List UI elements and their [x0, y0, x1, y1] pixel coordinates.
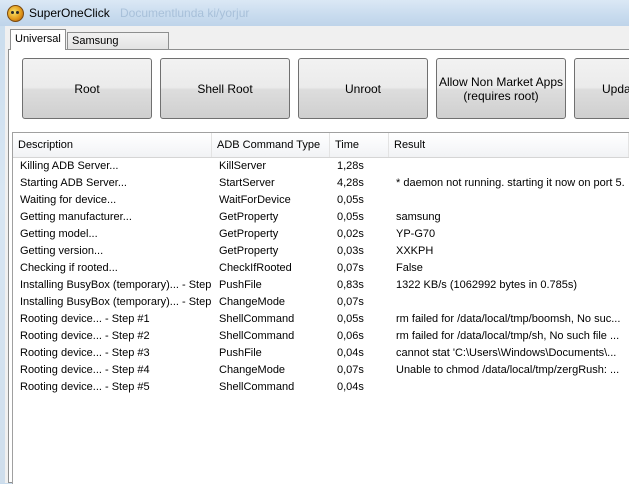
list-row[interactable]: Installing BusyBox (temporary)... - Step… [13, 277, 629, 294]
row-command-type: CheckIfRooted [219, 262, 292, 274]
row-command-type: ChangeMode [219, 296, 286, 308]
row-result: rm failed for /data/local/tmp/boomsh, No… [396, 313, 621, 325]
row-time: 0,07s [337, 364, 364, 376]
shell-root-button[interactable]: Shell Root [160, 58, 290, 119]
list-row[interactable]: Checking if rooted... CheckIfRooted 0,07s F… [13, 260, 629, 277]
row-command-type: ShellCommand [219, 330, 295, 342]
row-time: 0,07s [337, 296, 364, 308]
list-row[interactable]: Starting ADB Server... StartServer 4,28s * … [13, 175, 629, 192]
row-time: 4,28s [337, 177, 364, 189]
row-description: Rooting device... - Step #3 [20, 347, 150, 359]
row-time: 0,07s [337, 262, 364, 274]
list-row[interactable]: Getting model... GetProperty 0,02s YP-G70 [13, 226, 629, 243]
unroot-button[interactable]: Unroot [298, 58, 428, 119]
row-result [396, 158, 624, 175]
list-row[interactable]: Waiting for device... WaitForDevice 0,05s [13, 192, 629, 209]
tab-strip: Universal Samsung Captivate [5, 26, 629, 63]
list-row[interactable]: Installing BusyBox (temporary)... - Step… [13, 294, 629, 311]
app-icon [7, 5, 24, 22]
row-command-type: GetProperty [219, 211, 279, 223]
list-row[interactable]: Rooting device... - Step #2 ShellCommand 0… [13, 328, 629, 345]
row-description: Rooting device... - Step #4 [20, 364, 150, 376]
tab-universal[interactable]: Universal [10, 29, 66, 50]
row-result: * daemon not running. starting it now on… [396, 177, 624, 189]
list-row[interactable]: Rooting device... - Step #3 PushFile 0,04s… [13, 345, 629, 362]
row-description: Checking if rooted... [20, 262, 118, 274]
row-command-type: WaitForDevice [219, 194, 291, 206]
row-description: Starting ADB Server... [20, 177, 127, 189]
allow-non-market-apps-button[interactable]: Allow Non Market Apps (requires root) [436, 58, 566, 119]
row-result: cannot stat 'C:\Users\Windows\Documents\… [396, 347, 617, 359]
row-description: Waiting for device... [20, 194, 117, 206]
tab-samsung-captivate[interactable]: Samsung Captivate [67, 32, 169, 63]
row-description: Rooting device... - Step #2 [20, 330, 150, 342]
log-list[interactable]: Description ADB Command Type Time Result… [12, 132, 629, 484]
root-button[interactable]: Root [22, 58, 152, 119]
row-description: Getting version... [20, 245, 104, 257]
row-time: 0,06s [337, 330, 364, 342]
row-command-type: GetProperty [219, 245, 279, 257]
row-description: Getting model... [20, 228, 98, 240]
row-result [396, 379, 624, 396]
row-time: 0,04s [337, 347, 364, 359]
row-result [396, 294, 624, 311]
row-description: Rooting device... - Step #5 [20, 381, 150, 393]
row-description: Installing BusyBox (temporary)... - Step… [20, 296, 212, 308]
column-header-time[interactable]: Time [330, 133, 389, 157]
row-result [396, 192, 624, 209]
list-row[interactable]: Killing ADB Server... KillServer 1,28s [13, 158, 629, 175]
row-result: XXKPH [396, 245, 434, 257]
row-description: Getting manufacturer... [20, 211, 132, 223]
list-row[interactable]: Getting version... GetProperty 0,03s XXKPH [13, 243, 629, 260]
list-header: Description ADB Command Type Time Result [13, 133, 629, 158]
row-description: Installing BusyBox (temporary)... - Step… [20, 279, 212, 291]
row-result: 1322 KB/s (1062992 bytes in 0.785s) [396, 279, 578, 291]
background-window-text: Documentlunda ki/yorjur [120, 6, 250, 20]
list-row[interactable]: Rooting device... - Step #5 ShellCommand 0… [13, 379, 629, 396]
list-row[interactable]: Getting manufacturer... GetProperty 0,05s s… [13, 209, 629, 226]
row-time: 1,28s [337, 160, 364, 172]
tab-panel-universal: Root Shell Root Unroot Allow Non Market … [8, 49, 629, 484]
row-time: 0,03s [337, 245, 364, 257]
row-result: samsung [396, 211, 441, 223]
column-header-description[interactable]: Description [13, 133, 212, 157]
row-command-type: KillServer [219, 160, 267, 172]
row-description: Killing ADB Server... [20, 160, 119, 172]
row-time: 0,02s [337, 228, 364, 240]
row-command-type: ShellCommand [219, 313, 295, 325]
row-time: 0,05s [337, 313, 364, 325]
row-time: 0,05s [337, 194, 364, 206]
row-command-type: StartServer [219, 177, 275, 189]
row-command-type: ShellCommand [219, 381, 295, 393]
row-result: YP-G70 [396, 228, 436, 240]
update-button[interactable]: Upda [574, 58, 629, 119]
row-result: Unable to chmod /data/local/tmp/zergRush… [396, 364, 620, 376]
row-command-type: GetProperty [219, 228, 279, 240]
window-title: SuperOneClick [29, 6, 110, 20]
window-client-area: Universal Samsung Captivate Root Shell R… [5, 26, 629, 484]
row-description: Rooting device... - Step #1 [20, 313, 150, 325]
row-command-type: ChangeMode [219, 364, 286, 376]
title-bar: SuperOneClick Documentlunda ki/yorjur [0, 0, 629, 26]
row-command-type: PushFile [219, 347, 262, 359]
row-result: False [396, 262, 423, 274]
row-result: rm failed for /data/local/tmp/sh, No suc… [396, 330, 620, 342]
column-header-adb-command-type[interactable]: ADB Command Type [212, 133, 330, 157]
row-time: 0,05s [337, 211, 364, 223]
row-time: 0,04s [337, 381, 364, 393]
column-header-result[interactable]: Result [389, 133, 629, 157]
list-rows: Killing ADB Server... KillServer 1,28s Star… [13, 158, 629, 396]
list-row[interactable]: Rooting device... - Step #1 ShellCommand 0… [13, 311, 629, 328]
row-time: 0,83s [337, 279, 364, 291]
row-command-type: PushFile [219, 279, 262, 291]
list-row[interactable]: Rooting device... - Step #4 ChangeMode 0,0… [13, 362, 629, 379]
